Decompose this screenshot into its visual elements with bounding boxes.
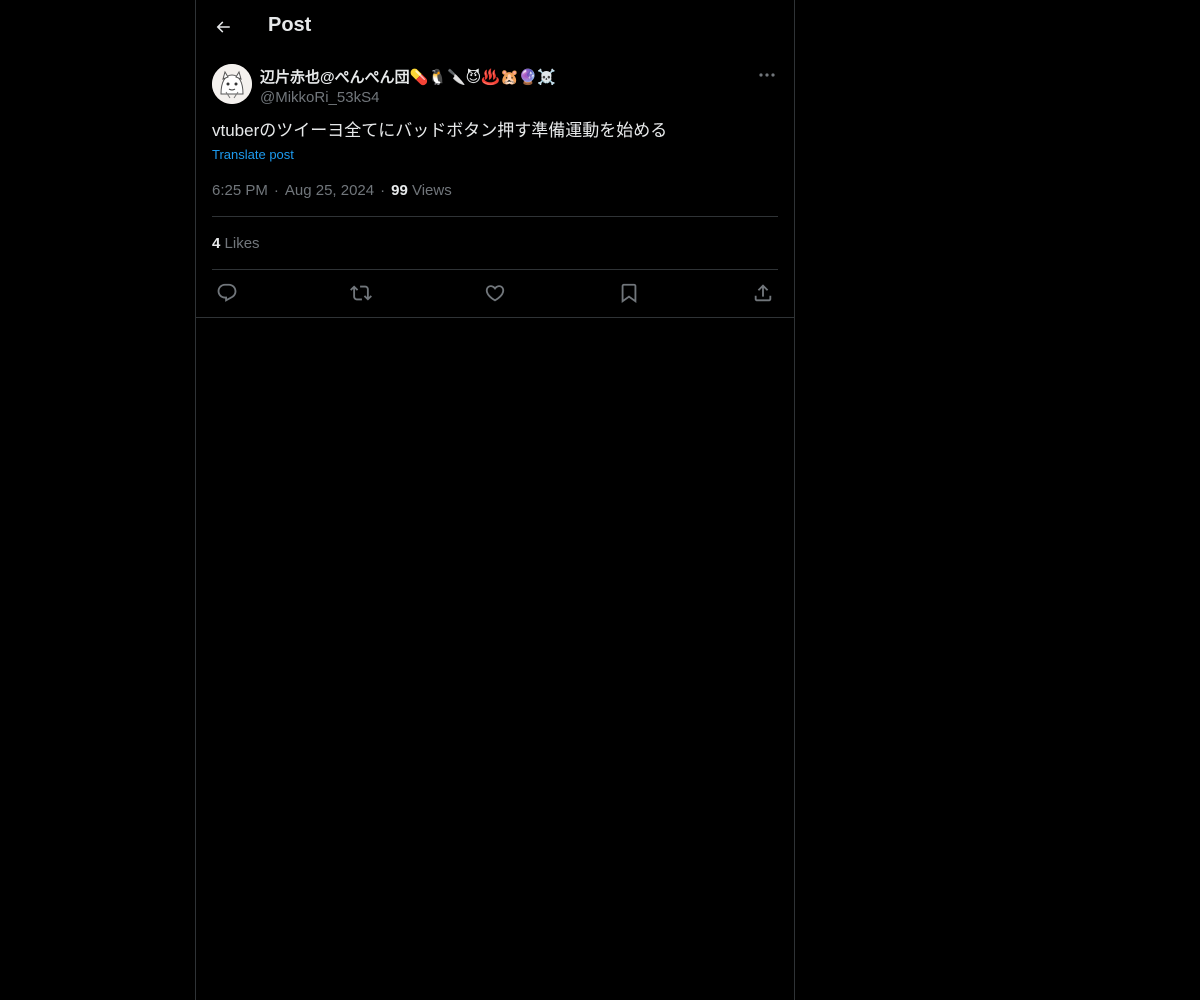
heart-icon [485,285,505,302]
like-button[interactable] [481,279,509,307]
likes-label: Likes [224,235,260,252]
action-bar [212,279,778,307]
divider [212,216,778,217]
post-text: vtuberのツイーヨ全てにバッドボタン押す準備運動を始める [212,121,668,140]
back-button[interactable] [206,10,240,44]
share-icon [754,284,772,302]
avatar[interactable] [212,64,252,104]
share-button[interactable] [749,279,777,307]
author-info: 辺片赤也@ぺんぺん団💊🐧🔪😈♨️🐹🔮☠️ @MikkoRi_53kS4 [260,66,556,106]
post-time[interactable]: 6:25 PM [212,182,268,199]
page-title: Post [268,14,312,36]
more-horizontal-icon [759,73,775,77]
divider [212,269,778,270]
arrow-left-icon [216,21,230,33]
repost-button[interactable] [347,279,375,307]
page-header: Post [196,0,794,53]
likes-stat[interactable]: 4 Likes [212,235,260,252]
avatar-image [212,64,252,104]
views-count: 99 [391,182,408,199]
reply-button[interactable] [213,279,241,307]
reply-icon [217,283,237,302]
author-display-name[interactable]: 辺片赤也@ぺんぺん団💊🐧🔪😈♨️🐹🔮☠️ [260,66,556,87]
views-label: Views [411,182,452,199]
primary-column: Post 辺片赤也@ぺんぺん団💊🐧🔪😈♨️🐹🔮☠️ @MikkoRi_53kS4 [195,0,795,1000]
meta-separator: · [273,182,279,199]
likes-count: 4 [212,235,221,252]
bookmark-button[interactable] [615,279,643,307]
repost-icon [350,285,372,301]
post-metadata: 6:25 PM · Aug 25, 2024 · 99 Views [212,182,452,199]
post-date[interactable]: Aug 25, 2024 [285,182,374,199]
bookmark-icon [621,283,637,304]
more-options-button[interactable] [756,66,778,84]
translate-post-link[interactable]: Translate post [212,147,294,162]
meta-separator: · [380,182,386,199]
author-handle[interactable]: @MikkoRi_53kS4 [260,89,556,106]
post-bottom-border [196,317,794,318]
